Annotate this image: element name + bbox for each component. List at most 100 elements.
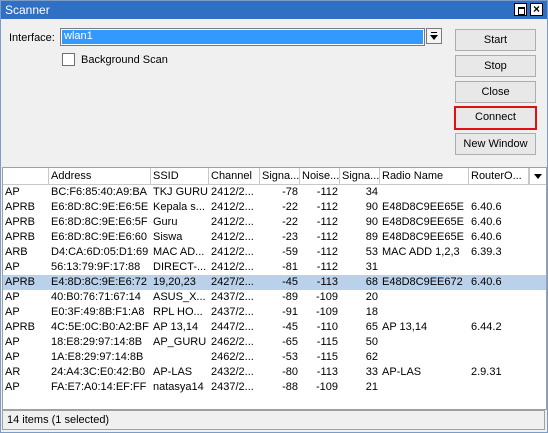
column-menu-icon: [534, 174, 542, 179]
table-row[interactable]: AR 24:A4:3C:E0:42:B0 AP-LAS 2432/2... -80 -11…: [3, 365, 546, 380]
table-row[interactable]: AP 1A:E8:29:97:14:8B 2462/2... -53 -115 62: [3, 350, 546, 365]
restore-button[interactable]: [514, 3, 527, 16]
column-header-flags[interactable]: [3, 168, 49, 184]
table-row[interactable]: AP BC:F6:85:40:A9:BA TKJ GURU 2412/2... -78 -…: [3, 185, 546, 200]
cell-signal-to-noise: 20: [365, 291, 378, 303]
cell-flags: AP: [5, 306, 20, 318]
cell-routeros-version: [469, 260, 529, 275]
cell-channel: 2437/2...: [211, 291, 254, 303]
cell-noise-floor: -112: [316, 261, 338, 273]
table-row[interactable]: AP FA:E7:A0:14:EF:FF natasya14 2437/2... -88…: [3, 380, 546, 395]
cell-ssid: Guru: [153, 216, 178, 228]
cell-noise-floor: -112: [316, 201, 338, 213]
cell-signal-to-noise: 68: [365, 276, 378, 288]
stop-button[interactable]: Stop: [455, 55, 536, 77]
cell-address: E6:8D:8C:9E:E6:5E: [51, 201, 149, 213]
cell-signal-strength: -23: [282, 231, 298, 243]
cell-signal-to-noise: 18: [365, 306, 378, 318]
table-row[interactable]: APRB E6:8D:8C:9E:E6:5F Guru 2412/2... -22 -11…: [3, 215, 546, 230]
cell-channel: 2437/2...: [211, 306, 254, 318]
cell-radio-name: E48D8C9EE65E: [382, 231, 464, 243]
cell-flags: ARB: [5, 246, 28, 258]
cell-flags: APRB: [5, 216, 35, 228]
cell-channel: 2412/2...: [211, 231, 254, 243]
column-header-channel[interactable]: Channel: [209, 168, 260, 184]
table-row[interactable]: AP 40:B0:76:71:67:14 ASUS_X... 2437/2... -89…: [3, 290, 546, 305]
cell-signal-strength: -89: [282, 291, 298, 303]
title-bar[interactable]: Scanner ×: [1, 1, 547, 19]
cell-address: BC:F6:85:40:A9:BA: [51, 186, 147, 198]
cell-routeros-version: [469, 335, 529, 350]
column-header-routeros-version[interactable]: RouterO...: [469, 168, 529, 184]
interface-label: Interface:: [9, 32, 55, 44]
column-header-radio-name[interactable]: Radio Name: [380, 168, 469, 184]
cell-flags: AP: [5, 261, 20, 273]
table-row[interactable]: AP E0:3F:49:8B:F1:A8 RPL HO... 2437/2... -91…: [3, 305, 546, 320]
column-header-noise-floor[interactable]: Noise...: [300, 168, 340, 184]
table-row[interactable]: APRB E6:8D:8C:9E:E6:60 Siswa 2412/2... -23 -1…: [3, 230, 546, 245]
connect-button[interactable]: Connect: [454, 106, 537, 130]
cell-routeros-version: 6.44.2: [471, 321, 502, 333]
start-button[interactable]: Start: [455, 29, 536, 51]
close-window-button[interactable]: ×: [530, 2, 543, 16]
cell-noise-floor: -115: [316, 351, 338, 363]
column-header-address[interactable]: Address: [49, 168, 151, 184]
table-row[interactable]: AP 18:E8:29:97:14:8B AP_GURU 2462/2... -65 -1…: [3, 335, 546, 350]
scan-results-table[interactable]: Address SSID Channel Signa... Noise... Signa.…: [2, 167, 547, 410]
cell-address: E6:8D:8C:9E:E6:5F: [51, 216, 148, 228]
cell-routeros-version: [469, 380, 529, 395]
column-header-signal-to-noise[interactable]: Signa...: [340, 168, 380, 184]
cell-routeros-version: 6.40.6: [471, 216, 502, 228]
table-row[interactable]: APRB 4C:5E:0C:B0:A2:BF AP 13,14 2447/2... -4…: [3, 320, 546, 335]
background-scan-option[interactable]: Background Scan: [62, 53, 168, 66]
background-scan-checkbox[interactable]: [62, 53, 75, 66]
cell-channel: 2462/2...: [211, 351, 254, 363]
cell-ssid: AP_GURU: [153, 336, 207, 348]
cell-routeros-version: [469, 185, 529, 200]
close-button[interactable]: Close: [455, 81, 536, 103]
cell-noise-floor: -113: [316, 366, 338, 378]
cell-address: E4:8D:8C:9E:E6:72: [51, 276, 148, 288]
cell-signal-to-noise: 65: [365, 321, 378, 333]
new-window-button[interactable]: New Window: [455, 133, 536, 155]
table-row[interactable]: ARB D4:CA:6D:05:D1:69 MAC AD... 2412/2... -5…: [3, 245, 546, 260]
cell-radio-name: E48D8C9EE65E: [382, 201, 464, 213]
table-row[interactable]: AP 56:13:79:9F:17:88 DIRECT-... 2412/2... -8…: [3, 260, 546, 275]
cell-flags: AP: [5, 291, 20, 303]
cell-channel: 2437/2...: [211, 381, 254, 393]
cell-address: 18:E8:29:97:14:8B: [51, 336, 143, 348]
column-menu-button[interactable]: [529, 168, 546, 184]
cell-signal-to-noise: 50: [365, 336, 378, 348]
cell-flags: APRB: [5, 201, 35, 213]
interface-dropdown-button[interactable]: [426, 28, 442, 44]
cell-channel: 2412/2...: [211, 201, 254, 213]
column-header-signal-strength[interactable]: Signa...: [260, 168, 300, 184]
interface-select[interactable]: wlan1: [60, 28, 425, 46]
table-row[interactable]: APRB E4:8D:8C:9E:E6:72 19,20,23 2427/2... -4…: [3, 275, 546, 290]
cell-signal-to-noise: 90: [365, 216, 378, 228]
cell-routeros-version: 6.40.6: [471, 276, 502, 288]
cell-address: 56:13:79:9F:17:88: [51, 261, 141, 273]
cell-address: 4C:5E:0C:B0:A2:BF: [51, 321, 149, 333]
cell-ssid: TKJ GURU: [153, 186, 208, 198]
window-title: Scanner: [5, 3, 50, 17]
cell-signal-strength: -53: [282, 351, 298, 363]
cell-signal-strength: -45: [282, 276, 298, 288]
cell-routeros-version: [469, 290, 529, 305]
column-header-ssid[interactable]: SSID: [151, 168, 209, 184]
background-scan-label: Background Scan: [81, 53, 168, 66]
cell-noise-floor: -115: [316, 336, 338, 348]
cell-routeros-version: 6.39.3: [471, 246, 502, 258]
status-bar: 14 items (1 selected): [2, 410, 545, 430]
cell-flags: AP: [5, 351, 20, 363]
cell-signal-to-noise: 31: [365, 261, 378, 273]
cell-ssid: Siswa: [153, 231, 183, 243]
table-row[interactable]: APRB E6:8D:8C:9E:E6:5E Kepala s... 2412/2..…: [3, 200, 546, 215]
cell-channel: 2427/2...: [211, 276, 254, 288]
cell-radio-name: AP-LAS: [382, 366, 422, 378]
cell-radio-name: [380, 290, 469, 305]
cell-signal-to-noise: 34: [365, 186, 378, 198]
cell-channel: 2412/2...: [211, 261, 254, 273]
cell-flags: AP: [5, 336, 20, 348]
cell-noise-floor: -110: [316, 321, 338, 333]
